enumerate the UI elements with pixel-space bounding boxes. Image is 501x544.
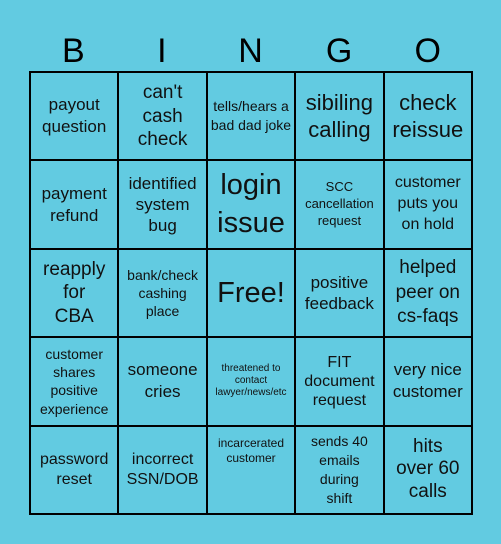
bingo-cell[interactable]: hits over 60 calls [384,426,471,513]
bingo-cell[interactable]: sibiling calling [296,73,383,160]
bingo-cell[interactable]: SCC cancellation request [296,161,383,248]
cell-text: very nice customer [392,360,463,402]
header-letter-i: I [157,31,167,70]
bingo-cell[interactable]: check reissue [384,73,471,160]
cell-text: someone cries [127,360,198,402]
bingo-grid: payout question can't cash check tells/h… [29,71,473,515]
cell-text: reapply for CBA [43,259,106,327]
cell-text: positive feedback [304,272,374,313]
header-letter-b: B [61,31,85,70]
bingo-cell[interactable]: helped peer on cs-faqs [384,249,471,337]
bingo-cell[interactable]: incorrect SSN/DOB [119,426,206,513]
cell-text: password reset [39,450,109,488]
bingo-cell[interactable]: password reset [31,426,118,513]
cell-text: sends 40 emails during shift [310,433,368,506]
bingo-cell[interactable]: bank/check cashing place [119,249,206,337]
bingo-cell[interactable]: customer puts you on hold [384,161,471,248]
cell-text: Free! [217,276,285,309]
header-letter-n: N [238,31,263,70]
bingo-cell[interactable]: identified system bug [119,161,206,248]
cell-text: can't cash check [137,82,188,150]
bingo-cell[interactable]: tells/hears a bad dad joke [207,73,295,160]
cell-text: SCC cancellation request [305,179,374,229]
bingo-cell[interactable]: can't cash check [119,73,206,160]
cell-text: bank/check cashing place [127,266,198,320]
bingo-cell[interactable]: customer shares positive experience [31,338,118,425]
bingo-cell[interactable]: very nice customer [384,338,471,425]
bingo-cell[interactable]: threatened to contact lawyer/news/etc [207,338,295,425]
cell-text: payout question [42,95,107,137]
cell-text: tells/hears a bad dad joke [210,97,292,134]
bingo-cell[interactable]: payout question [31,73,118,160]
cell-text: check reissue [392,89,464,143]
bingo-cell[interactable]: payment refund [31,161,118,248]
bingo-cell[interactable]: incarcerated customer [207,426,295,513]
cell-text: FIT document request [304,353,375,409]
cell-text: identified system bug [128,173,197,236]
header-letter-g: G [325,31,353,70]
cell-text: hits over 60 calls [396,435,460,503]
cell-text: sibiling calling [305,89,374,143]
free-space[interactable]: Free! [207,249,295,337]
bingo-cell[interactable]: positive feedback [296,249,383,337]
bingo-cell[interactable]: login issue [207,161,295,248]
cell-text: payment refund [41,183,107,225]
cell-text: incarcerated customer [217,435,285,466]
cell-text: customer shares positive experience [39,346,109,417]
header-letter-o: O [414,31,441,70]
bingo-cell[interactable]: reapply for CBA [31,249,118,337]
cell-text: helped peer on cs-faqs [395,256,461,328]
bingo-cell[interactable]: sends 40 emails during shift [296,426,383,513]
cell-text: threatened to contact lawyer/news/etc [215,363,287,399]
cell-text: incorrect SSN/DOB [126,450,199,488]
cell-text: customer puts you on hold [394,174,461,233]
bingo-cell[interactable]: someone cries [119,338,206,425]
cell-text: login issue [217,168,285,239]
bingo-header: B I N G O [29,28,472,72]
bingo-cell[interactable]: FIT document request [296,338,383,425]
